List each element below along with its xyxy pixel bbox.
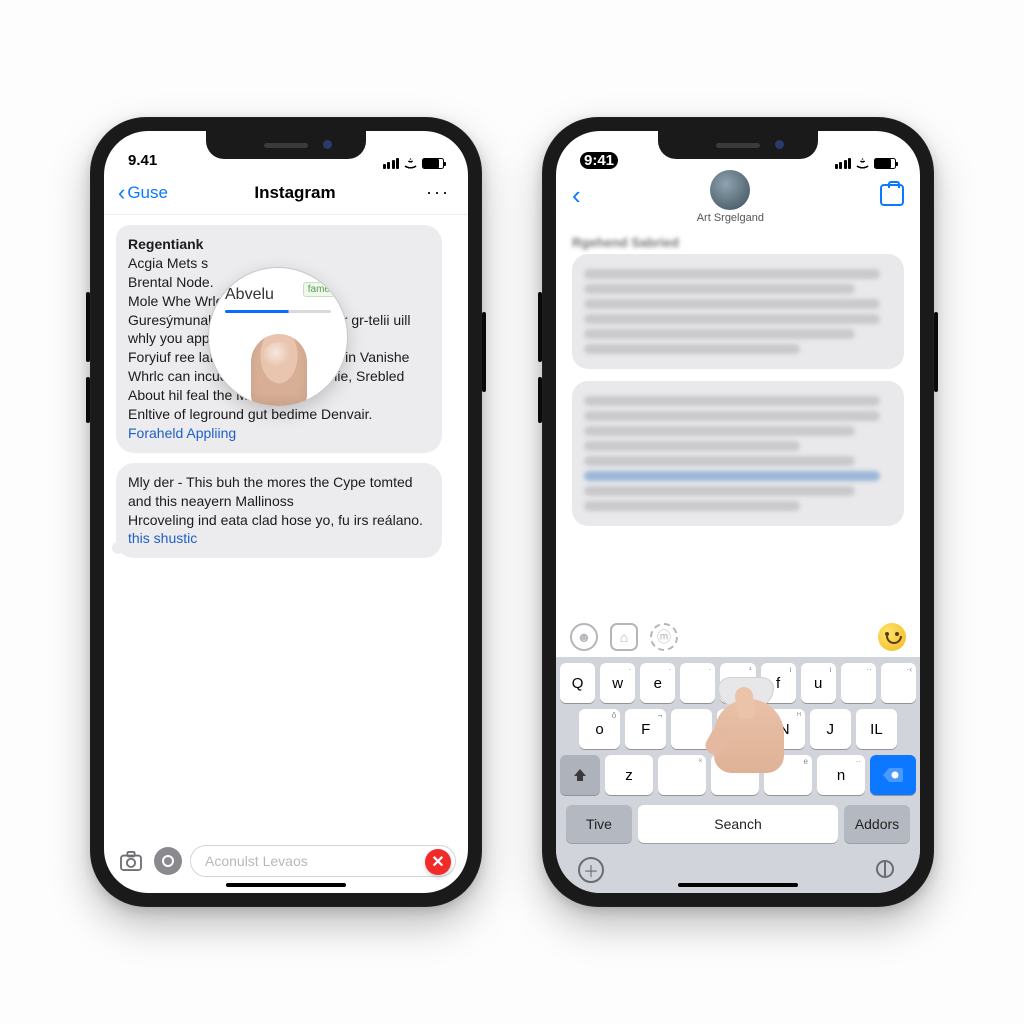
signal-icon bbox=[835, 158, 852, 169]
battery-icon bbox=[422, 158, 444, 169]
plus-button[interactable]: ＋ bbox=[578, 857, 604, 883]
camera-button[interactable] bbox=[116, 846, 146, 876]
back-button[interactable]: ‹ Guse bbox=[118, 180, 168, 206]
key-[interactable]: ·· bbox=[841, 663, 876, 703]
key-T[interactable]: T¹ bbox=[720, 663, 755, 703]
screen-left: 9.41 ‹ Guse Instagram ··· Regentiank Acg… bbox=[104, 131, 468, 893]
compose-bar: Aconulst Levaos ✕ bbox=[104, 845, 468, 877]
key-N[interactable]: Nᴴ bbox=[764, 709, 805, 749]
magnifier-cursor-bar bbox=[225, 310, 331, 313]
archive-button[interactable] bbox=[880, 184, 904, 206]
key-blank[interactable]: ᵏ bbox=[658, 755, 706, 795]
message-bubble bbox=[572, 254, 904, 369]
sticker-button[interactable]: ☻ bbox=[570, 623, 598, 651]
status-time: 9.41 bbox=[128, 152, 157, 169]
key-u[interactable]: uı bbox=[801, 663, 836, 703]
key-F[interactable]: F¬ bbox=[625, 709, 666, 749]
page-title: Instagram bbox=[254, 183, 335, 203]
contact-header[interactable]: Art Srgelgand bbox=[581, 166, 880, 224]
key-e[interactable]: e· bbox=[640, 663, 675, 703]
screen-right: 9:41 ‹ Art Srgelgand Rgehend Sabried bbox=[556, 131, 920, 893]
keyboard-row-2: oôF¬ H·NᴴJIL bbox=[560, 709, 916, 749]
key-w[interactable]: w· bbox=[600, 663, 635, 703]
notch bbox=[206, 131, 366, 159]
key-H[interactable]: H· bbox=[717, 709, 758, 749]
text-magnifier: fame Abvelu bbox=[208, 267, 348, 407]
key-blank[interactable] bbox=[671, 709, 712, 749]
back-button[interactable]: ‹ bbox=[572, 180, 581, 211]
key-[interactable]: · bbox=[680, 663, 715, 703]
phone-right: 9:41 ‹ Art Srgelgand Rgehend Sabried bbox=[542, 117, 934, 907]
keyboard-row-1: Qw·e· ·T¹fıuı ·· ·‹ bbox=[560, 663, 916, 703]
message-link[interactable]: this shustic bbox=[128, 530, 197, 546]
input-toolbar: ☻ ⌂ ⓜ bbox=[556, 619, 920, 657]
message-link[interactable]: Foraheld Appliing bbox=[128, 425, 236, 441]
key-z[interactable]: z bbox=[605, 755, 653, 795]
keyboard-left-fn[interactable]: Tive bbox=[566, 805, 632, 843]
keyboard-row-3: zᵏ en·· bbox=[560, 755, 916, 795]
mic-button[interactable] bbox=[872, 857, 898, 883]
key-IL[interactable]: IL bbox=[856, 709, 897, 749]
battery-icon bbox=[874, 158, 896, 169]
home-indicator[interactable] bbox=[226, 883, 346, 887]
emoji-icon[interactable] bbox=[878, 623, 906, 651]
wifi-icon bbox=[855, 158, 870, 169]
keyboard-bottom-row: Tive Seanch Addors bbox=[560, 801, 916, 843]
key-blank[interactable] bbox=[711, 755, 759, 795]
key-Q[interactable]: Q bbox=[560, 663, 595, 703]
magnifier-label: Abvelu bbox=[225, 286, 274, 303]
back-label: Guse bbox=[127, 183, 168, 203]
magnifier-tag: fame bbox=[303, 282, 335, 297]
signal-icon bbox=[383, 158, 400, 169]
message-body: Mly der - This buh the mores the Cype to… bbox=[128, 474, 423, 528]
message-heading: Regentiank bbox=[128, 236, 203, 252]
shift-key[interactable] bbox=[560, 755, 600, 795]
key-n[interactable]: n·· bbox=[817, 755, 865, 795]
home-indicator[interactable] bbox=[678, 883, 798, 887]
wifi-icon bbox=[403, 158, 418, 169]
message-bubble[interactable]: Mly der - This buh the mores the Cype to… bbox=[116, 463, 442, 559]
key-J[interactable]: J bbox=[810, 709, 851, 749]
contact-name: Art Srgelgand bbox=[697, 212, 764, 224]
message-placeholder: Aconulst Levaos bbox=[205, 853, 308, 869]
key-o[interactable]: oô bbox=[579, 709, 620, 749]
message-bubble bbox=[572, 381, 904, 526]
key-blank[interactable]: e bbox=[764, 755, 812, 795]
key-[interactable]: ·‹ bbox=[881, 663, 916, 703]
avatar bbox=[710, 170, 750, 210]
delete-key[interactable] bbox=[870, 755, 916, 795]
memoji-button[interactable]: ⓜ bbox=[650, 623, 678, 651]
phone-left: 9.41 ‹ Guse Instagram ··· Regentiank Acg… bbox=[90, 117, 482, 907]
nav-header: ‹ Art Srgelgand bbox=[556, 171, 920, 219]
finger-icon bbox=[251, 334, 307, 406]
message-input[interactable]: Aconulst Levaos ✕ bbox=[190, 845, 456, 877]
keyboard-space[interactable]: Seanch bbox=[638, 805, 838, 843]
more-button[interactable]: ··· bbox=[422, 178, 454, 207]
chevron-left-icon: ‹ bbox=[118, 180, 125, 206]
chat-area[interactable]: Rgehend Sabried bbox=[556, 219, 920, 619]
blurred-heading: Rgehend Sabried bbox=[572, 235, 904, 250]
gif-button[interactable]: ⌂ bbox=[610, 623, 638, 651]
notch bbox=[658, 131, 818, 159]
keyboard: Qw·e· ·T¹fıuı ·· ·‹ oôF¬ H·NᴴJIL zᵏ en·· T… bbox=[556, 657, 920, 893]
clear-button[interactable]: ✕ bbox=[425, 849, 451, 875]
chat-area[interactable]: Regentiank Acgia Mets s Brental Node. Mo… bbox=[104, 215, 468, 893]
nav-header: ‹ Guse Instagram ··· bbox=[104, 171, 468, 215]
apps-button[interactable] bbox=[154, 847, 182, 875]
keyboard-right-fn[interactable]: Addors bbox=[844, 805, 910, 843]
key-f[interactable]: fı bbox=[761, 663, 796, 703]
